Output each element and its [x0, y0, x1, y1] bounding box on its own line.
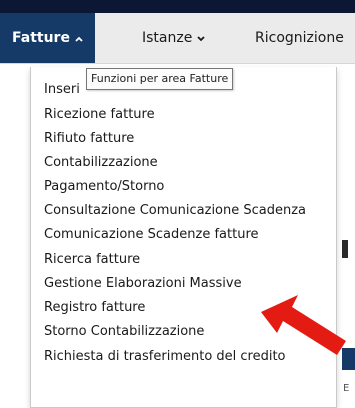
chevron-up-icon	[75, 15, 83, 65]
menu-item-ricezione-fatture[interactable]: Ricezione fatture	[44, 107, 155, 123]
menu-item-consultazione-comunicazione-scadenza[interactable]: Consultazione Comunicazione Scadenza	[44, 203, 306, 219]
background-fragment: E	[343, 383, 350, 394]
menu-item-contabilizzazione[interactable]: Contabilizzazione	[44, 155, 158, 171]
nav-item-fatture-label: Fatture	[12, 30, 70, 46]
main-nav-bar: Fatture Istanze Ricognizione	[0, 13, 355, 64]
menu-item-storno-contabilizzazione[interactable]: Storno Contabilizzazione	[44, 324, 204, 340]
menu-item-pagamento-storno[interactable]: Pagamento/Storno	[44, 179, 164, 195]
nav-item-istanze-label: Istanze	[142, 30, 193, 46]
chevron-down-icon	[197, 15, 205, 65]
red-arrow-annotation-icon	[261, 295, 346, 355]
menu-item-richiesta-trasferimento-credito[interactable]: Richiesta di trasferimento del credito	[44, 349, 286, 365]
nav-item-ricognizione[interactable]: Ricognizione	[255, 13, 344, 63]
nav-item-fatture[interactable]: Fatture	[0, 13, 95, 63]
menu-item-ricerca-fatture[interactable]: Ricerca fatture	[44, 252, 140, 268]
menu-item-gestione-elaborazioni-massive[interactable]: Gestione Elaborazioni Massive	[44, 276, 242, 292]
menu-item-comunicazione-scadenze-fatture[interactable]: Comunicazione Scadenze fatture	[44, 227, 259, 243]
nav-tooltip: Funzioni per area Fatture	[86, 68, 234, 90]
menu-item-inserimento[interactable]: Inseri	[44, 82, 80, 98]
nav-item-ricognizione-label: Ricognizione	[255, 30, 344, 46]
top-header-strip	[0, 0, 355, 13]
nav-item-istanze[interactable]: Istanze	[142, 13, 205, 63]
menu-item-registro-fatture[interactable]: Registro fatture	[44, 300, 145, 316]
background-fragment	[342, 240, 348, 258]
menu-item-rifiuto-fatture[interactable]: Rifiuto fatture	[44, 131, 134, 147]
